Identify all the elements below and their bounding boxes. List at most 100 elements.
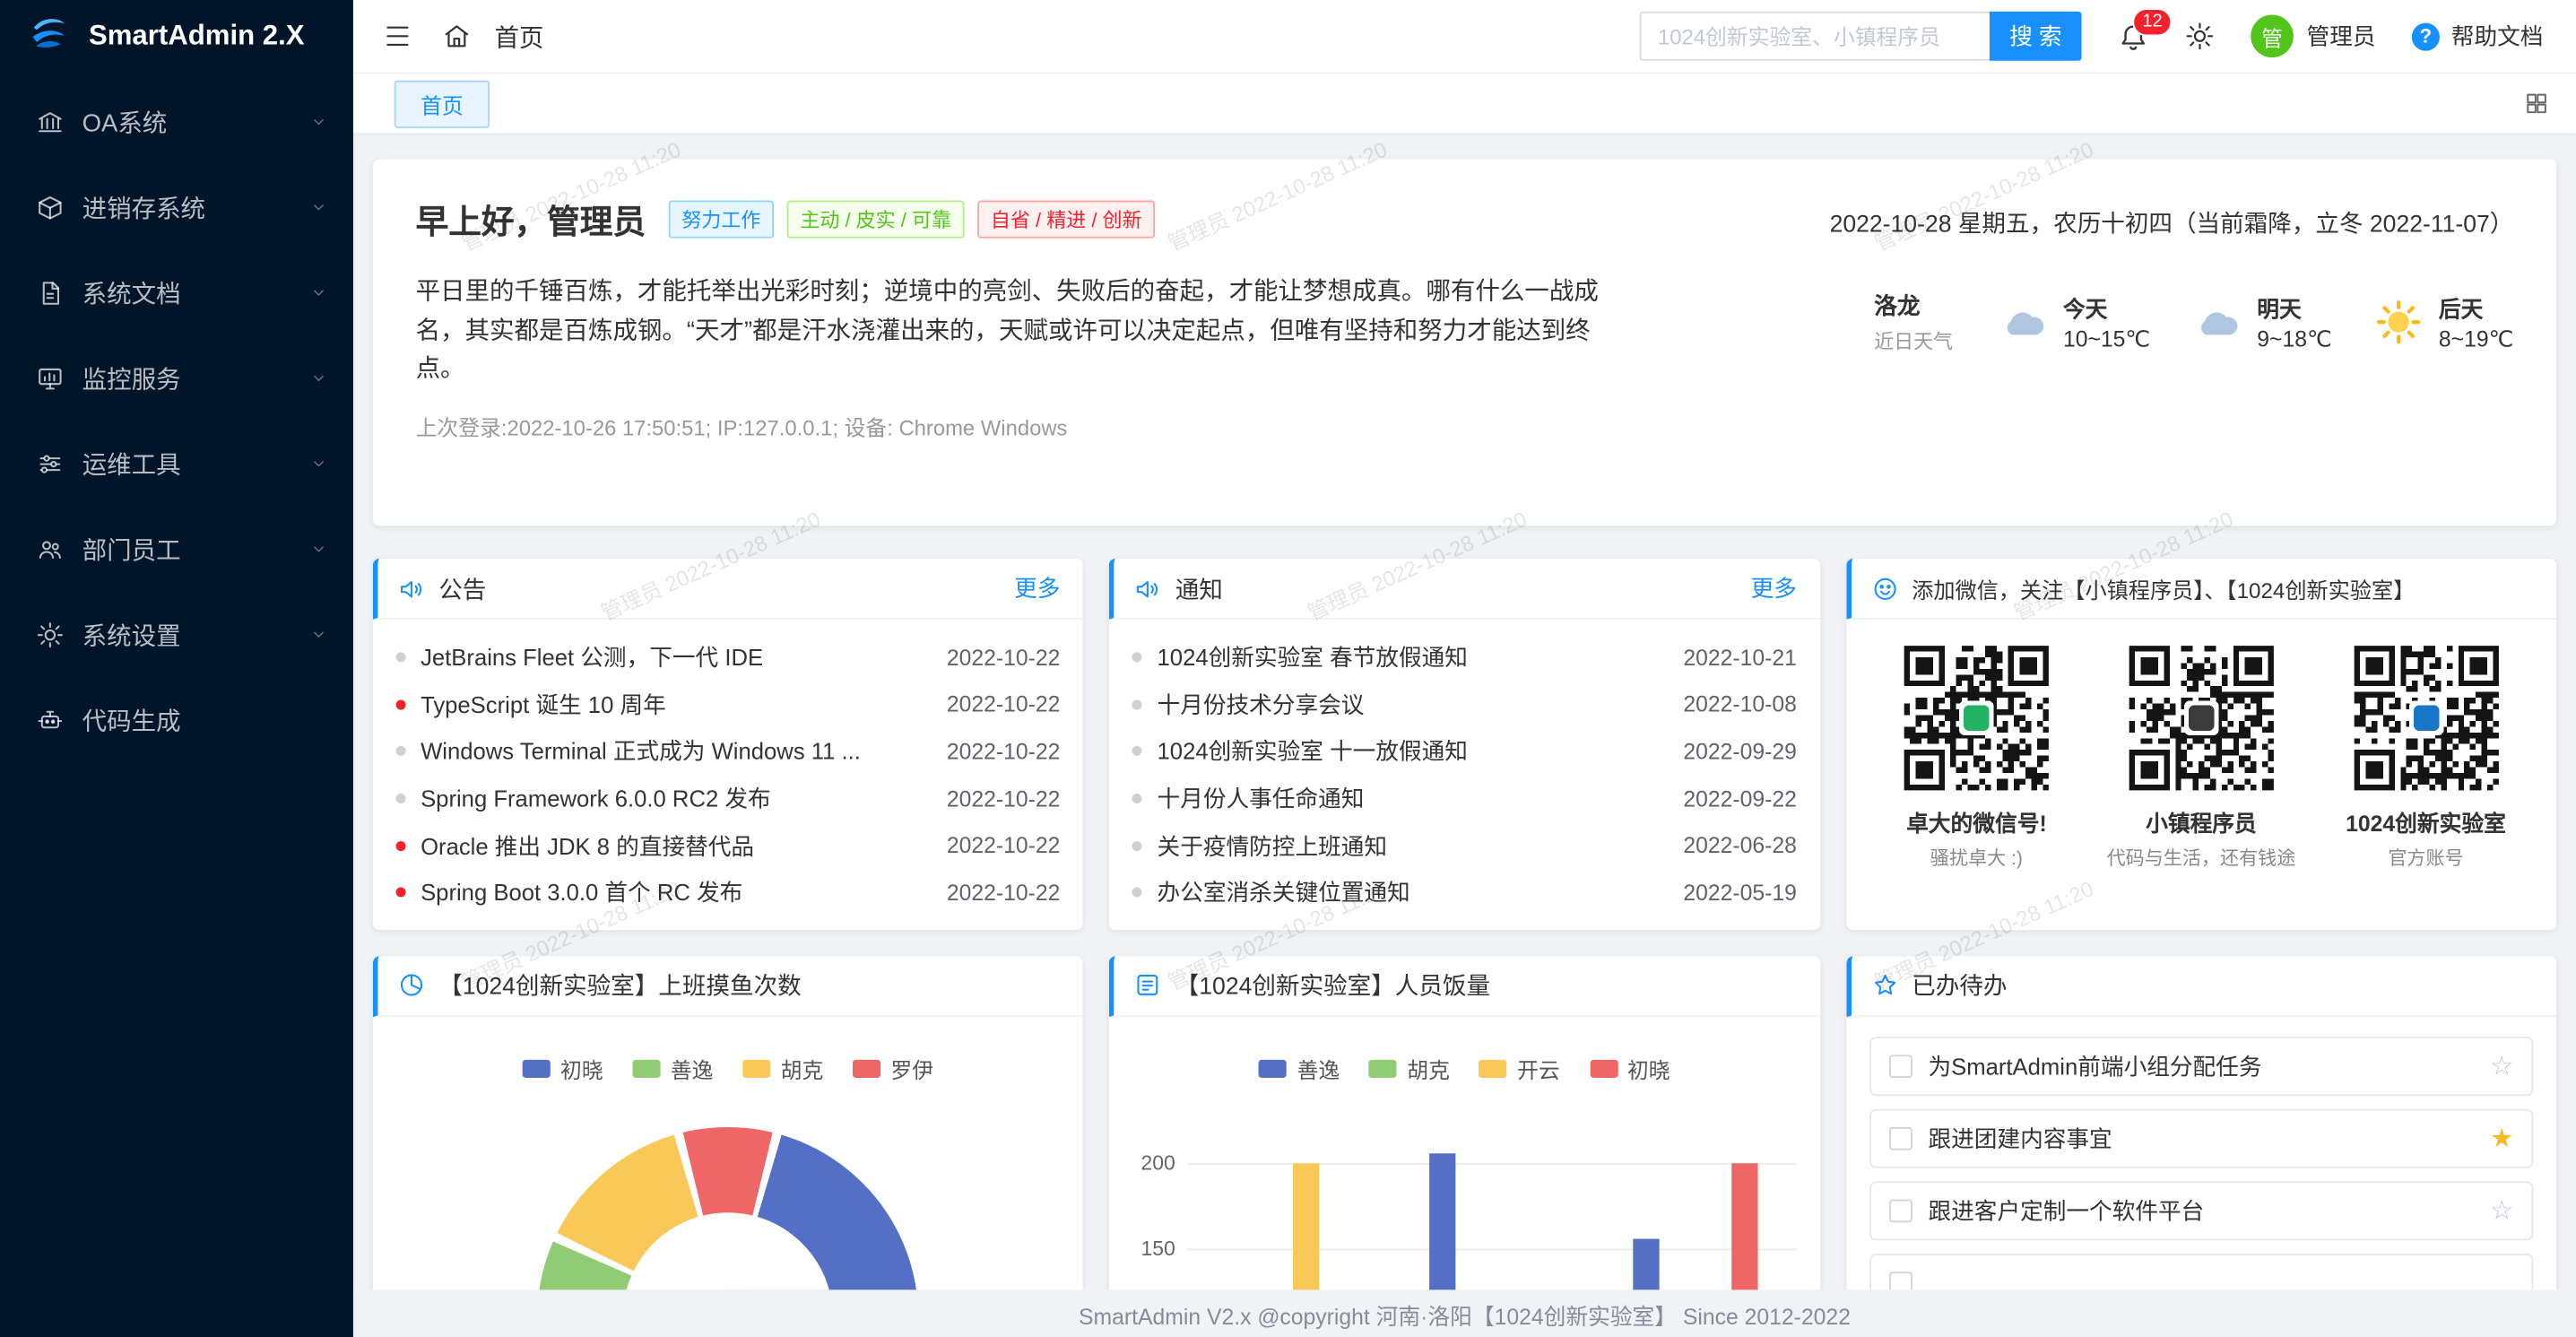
todo-checkbox[interactable] xyxy=(1889,1126,1912,1150)
todo-item-partial[interactable] xyxy=(1869,1253,2534,1289)
legend-swatch xyxy=(853,1059,880,1077)
card-title: 添加微信，关注【小镇程序员】、【1024创新实验室】 xyxy=(1912,573,2415,604)
sidebar-item-1[interactable]: 进销存系统 xyxy=(0,164,353,249)
bar-初晓-晚饭[interactable] xyxy=(1731,1162,1757,1289)
sidebar-item-4[interactable]: 运维工具 xyxy=(0,421,353,506)
list-item[interactable]: Spring Framework 6.0.0 RC2 发布2022-10-22 xyxy=(396,775,1061,821)
list-item[interactable]: 关于疫情防控上班通知2022-06-28 xyxy=(1132,822,1797,869)
sidebar-item-6[interactable]: 系统设置 xyxy=(0,592,353,677)
list-item[interactable]: 十月份人事任命通知2022-09-22 xyxy=(1132,775,1797,821)
user-menu[interactable]: 管 管理员 xyxy=(2251,14,2375,57)
item-title[interactable]: 十月份技术分享会议 xyxy=(1158,689,1669,722)
gridline xyxy=(1188,1248,1797,1250)
todo-item[interactable]: 跟进团建内容事宜★ xyxy=(1869,1108,2534,1168)
help-link[interactable]: ? 帮助文档 xyxy=(2412,20,2544,53)
item-title[interactable]: 十月份人事任命通知 xyxy=(1158,782,1669,815)
list-item[interactable]: 办公室消杀关键位置通知2022-05-19 xyxy=(1132,869,1797,916)
weather-subtitle: 近日天气 xyxy=(1874,327,1953,355)
date-info: 2022-10-28 星期五，农历十初四（当前霜降，立冬 2022-11-07） xyxy=(1830,205,2514,239)
todo-item[interactable]: 跟进客户定制一个软件平台☆ xyxy=(1869,1181,2534,1240)
sidebar-item-5[interactable]: 部门员工 xyxy=(0,506,353,591)
legend-swatch xyxy=(633,1059,661,1077)
notifications-button[interactable]: 12 xyxy=(2118,21,2149,52)
star-outline-icon[interactable]: ☆ xyxy=(2490,1194,2513,1227)
list-item[interactable]: 1024创新实验室 十一放假通知2022-09-29 xyxy=(1132,728,1797,775)
home-icon xyxy=(442,22,472,51)
list-item[interactable]: Spring Boot 3.0.0 首个 RC 发布2022-10-22 xyxy=(396,869,1061,916)
tab-home[interactable]: 首页 xyxy=(395,80,490,127)
list-item[interactable]: 十月份技术分享会议2022-10-08 xyxy=(1132,682,1797,728)
legend-item[interactable]: 胡克 xyxy=(1369,1053,1450,1084)
item-title[interactable]: TypeScript 诞生 10 周年 xyxy=(421,689,932,722)
user-name: 管理员 xyxy=(2307,20,2376,53)
card-title: 已办待办 xyxy=(1912,968,2007,1002)
bar-开云-早饭[interactable] xyxy=(1293,1162,1319,1289)
announcements-more-link[interactable]: 更多 xyxy=(1014,572,1060,605)
todo-checkbox[interactable] xyxy=(1889,1055,1912,1078)
item-title[interactable]: Windows Terminal 正式成为 Windows 11 ... xyxy=(421,735,932,768)
legend-item[interactable]: 善逸 xyxy=(1259,1053,1340,1084)
star-outline-icon[interactable]: ☆ xyxy=(2490,1049,2513,1082)
menu-fold-button[interactable] xyxy=(383,22,412,51)
monitor-icon xyxy=(36,364,64,392)
breadcrumb[interactable]: 首页 xyxy=(495,19,544,53)
item-title[interactable]: 关于疫情防控上班通知 xyxy=(1158,829,1669,863)
legend-item[interactable]: 开云 xyxy=(1479,1053,1560,1084)
sidebar-item-3[interactable]: 监控服务 xyxy=(0,335,353,421)
weather-day-label: 明天 xyxy=(2257,291,2332,324)
sidebar-item-2[interactable]: 系统文档 xyxy=(0,250,353,335)
list-item[interactable]: JetBrains Fleet 公测，下一代 IDE2022-10-22 xyxy=(396,634,1061,681)
item-title[interactable]: Spring Framework 6.0.0 RC2 发布 xyxy=(421,782,932,815)
sidebar-menu: OA系统进销存系统系统文档监控服务运维工具部门员工系统设置代码生成 xyxy=(0,73,353,763)
legend-item[interactable]: 初晓 xyxy=(1590,1053,1670,1084)
legend-item[interactable]: 善逸 xyxy=(633,1053,714,1084)
weather-day: 今天10~15℃ xyxy=(1996,291,2150,353)
legend-item[interactable]: 初晓 xyxy=(523,1053,603,1084)
item-dot xyxy=(396,841,406,851)
search-input[interactable] xyxy=(1640,12,1990,61)
announcement-card: 公告 更多 JetBrains Fleet 公测，下一代 IDE2022-10-… xyxy=(373,559,1083,929)
item-title[interactable]: Spring Boot 3.0.0 首个 RC 发布 xyxy=(421,876,932,909)
qr-name: 卓大的微信号! xyxy=(1906,805,2047,838)
sidebar-item-label: 运维工具 xyxy=(82,446,181,480)
sidebar-item-0[interactable]: OA系统 xyxy=(0,79,353,164)
list-item[interactable]: 1024创新实验室 春节放假通知2022-10-21 xyxy=(1132,634,1797,681)
qr-desc: 代码与生活，还有钱途 xyxy=(2107,845,2296,871)
list-item[interactable]: Windows Terminal 正式成为 Windows 11 ...2022… xyxy=(396,728,1061,775)
welcome-card: 早上好，管理员 努力工作主动 / 皮实 / 可靠自省 / 精进 / 创新 平日里… xyxy=(373,160,2556,526)
app-logo[interactable]: SmartAdmin 2.X xyxy=(0,0,353,73)
todo-checkbox[interactable] xyxy=(1889,1199,1912,1222)
sidebar-item-label: 系统文档 xyxy=(82,275,181,309)
item-title[interactable]: 1024创新实验室 十一放假通知 xyxy=(1158,735,1669,768)
legend-item[interactable]: 胡克 xyxy=(742,1053,823,1084)
item-dot xyxy=(396,794,406,803)
qr-code-item: 小镇程序员代码与生活，还有钱途 xyxy=(2100,646,2302,871)
list-item[interactable]: Oracle 推出 JDK 8 的直接替代品2022-10-22 xyxy=(396,822,1061,869)
todo-item[interactable]: 为SmartAdmin前端小组分配任务☆ xyxy=(1869,1036,2534,1095)
wechat-card: 添加微信，关注【小镇程序员】、【1024创新实验室】 卓大的微信号!骚扰卓大 :… xyxy=(1846,559,2556,929)
settings-button[interactable] xyxy=(2185,22,2215,51)
sidebar-item-7[interactable]: 代码生成 xyxy=(0,677,353,762)
todo-checkbox[interactable] xyxy=(1889,1271,1912,1289)
star-icon xyxy=(1870,971,1898,999)
bar-善逸-晚饭[interactable] xyxy=(1633,1239,1659,1289)
bar-善逸-午饭[interactable] xyxy=(1430,1154,1456,1289)
tab-options-button[interactable] xyxy=(2523,91,2549,117)
item-title[interactable]: 1024创新实验室 春节放假通知 xyxy=(1158,641,1669,674)
list-item[interactable]: TypeScript 诞生 10 周年2022-10-22 xyxy=(396,682,1061,728)
home-icon[interactable] xyxy=(442,22,472,51)
weather-city: 洛龙 xyxy=(1874,289,1953,322)
item-title[interactable]: Oracle 推出 JDK 8 的直接替代品 xyxy=(421,829,932,863)
notifications-more-link[interactable]: 更多 xyxy=(1751,572,1797,605)
weather-day: 明天9~18℃ xyxy=(2190,291,2332,353)
item-dot xyxy=(1132,699,1142,709)
legend-item[interactable]: 罗伊 xyxy=(853,1053,933,1084)
star-filled-icon[interactable]: ★ xyxy=(2490,1122,2513,1155)
item-title[interactable]: JetBrains Fleet 公测，下一代 IDE xyxy=(421,641,932,674)
item-title[interactable]: 办公室消杀关键位置通知 xyxy=(1158,876,1669,909)
qr-desc: 官方账号 xyxy=(2388,845,2463,871)
search-button[interactable]: 搜 索 xyxy=(1990,12,2081,61)
notification-badge: 12 xyxy=(2132,7,2172,35)
card-title: 【1024创新实验室】上班摸鱼次数 xyxy=(438,968,802,1002)
todo-text: 为SmartAdmin前端小组分配任务 xyxy=(1928,1049,2490,1082)
